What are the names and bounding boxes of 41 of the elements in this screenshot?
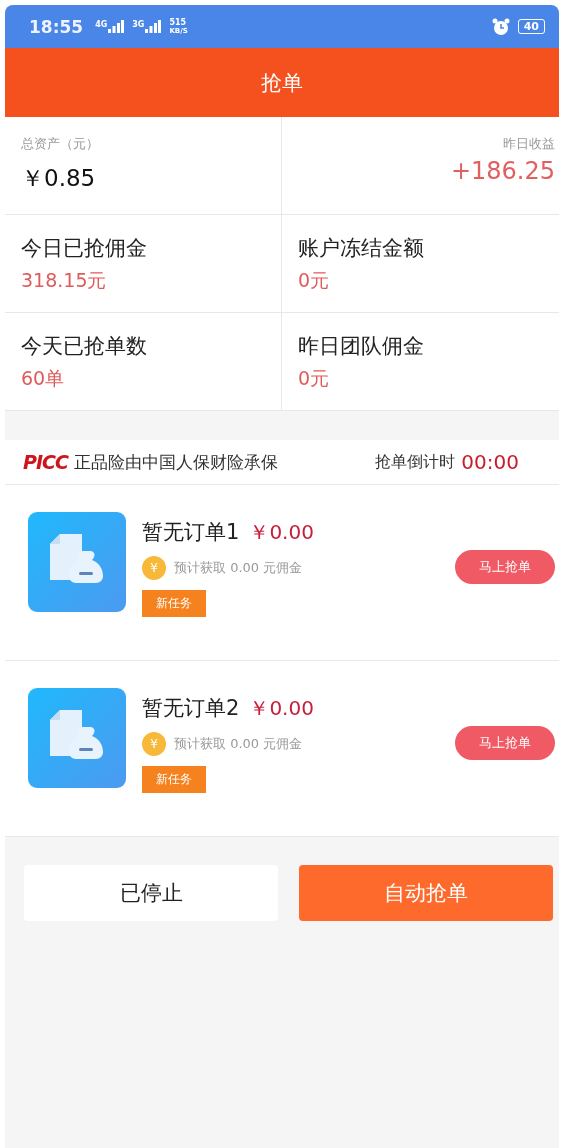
document-bag-icon: [28, 688, 126, 788]
signal-icon: [145, 20, 162, 33]
stat-label: 今日已抢佣金: [21, 234, 148, 262]
insurer-note: 正品险由中国人保财险承保: [73, 450, 278, 474]
auto-grab-button[interactable]: 自动抢单: [299, 865, 553, 921]
stat-value: 0元: [298, 267, 331, 293]
order-price: ￥0.00: [249, 695, 314, 722]
order-price: ￥0.00: [249, 519, 314, 546]
order-title: 暂无订单1: [142, 519, 240, 546]
network-speed: 515: [169, 18, 188, 27]
grab-order-button[interactable]: 马上抢单: [455, 550, 555, 584]
stat-value: 60单: [21, 365, 66, 391]
status-button[interactable]: 已停止: [24, 865, 278, 921]
coin-icon: ¥: [142, 732, 166, 756]
stat-value: ￥0.85: [21, 164, 97, 193]
countdown-time: 00:00: [461, 450, 519, 474]
stat-label: 今天已抢单数: [21, 332, 148, 360]
page-title: 抢单: [261, 69, 303, 97]
grab-order-button[interactable]: 马上抢单: [455, 726, 555, 760]
stat-label: 昨日收益: [503, 135, 555, 153]
coin-icon: ¥: [142, 556, 166, 580]
order-title: 暂无订单2: [142, 695, 240, 722]
stat-value: 318.15元: [21, 267, 108, 293]
countdown-label: 抢单倒计时: [375, 451, 456, 473]
clock-time: 18:55: [29, 16, 84, 37]
stat-label: 总资产（元）: [21, 135, 100, 153]
stat-label: 昨日团队佣金: [298, 332, 425, 360]
document-bag-icon: [28, 512, 126, 612]
stat-value: 0元: [298, 365, 331, 391]
commission-estimate: 预计获取 0.00 元佣金: [174, 559, 303, 577]
task-tag: 新任务: [142, 766, 206, 793]
stat-value: +186.25: [450, 157, 555, 185]
network-type: 3G: [132, 20, 145, 29]
stat-label: 账户冻结金额: [298, 234, 425, 262]
network-type: 4G: [95, 20, 108, 29]
task-tag: 新任务: [142, 590, 206, 617]
commission-estimate: 预计获取 0.00 元佣金: [174, 735, 303, 753]
brand-logo: PICC: [23, 451, 68, 473]
signal-icon: [108, 20, 125, 33]
alarm-clock-icon: [491, 17, 510, 36]
battery-level: 40: [517, 19, 545, 34]
